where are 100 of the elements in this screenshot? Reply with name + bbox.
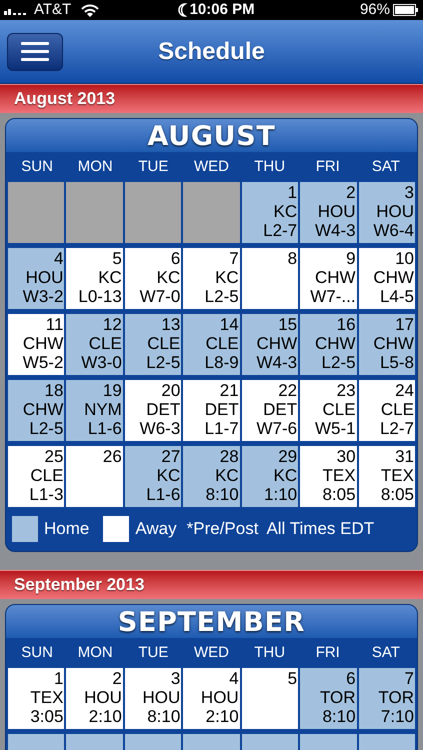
day-number: 31 (395, 447, 414, 466)
day-number: 4 (54, 249, 64, 268)
day-cell[interactable]: 9 CHW W7-... (300, 248, 357, 309)
opponent-text: CHW (22, 400, 64, 419)
day-cell[interactable]: 7 TOR 7:10 (358, 668, 415, 729)
calendar-title: AUGUST (148, 122, 276, 152)
day-number: 3 (404, 183, 414, 202)
result-text: L2-5 (29, 419, 64, 438)
day-number: 30 (336, 447, 356, 466)
day-number: 15 (278, 315, 298, 334)
battery-icon (393, 4, 419, 16)
opponent-text: CHW (256, 334, 298, 353)
day-cell[interactable]: 2 HOU W4-3 (300, 182, 357, 243)
day-cell[interactable]: 12 CLE W3-0 (66, 314, 123, 375)
day-cell[interactable]: 5 (242, 668, 298, 729)
result-text: L1-6 (88, 419, 122, 438)
opponent-text: NYM (84, 400, 122, 419)
result-text: 8:10 (322, 707, 356, 726)
day-cell[interactable]: 18 CHW L2-5 (8, 380, 64, 441)
result-text: W6-3 (140, 419, 180, 438)
wifi-icon (81, 4, 100, 16)
result-text: W7-6 (256, 419, 298, 438)
opponent-text: KC (215, 268, 239, 287)
day-cell[interactable]: 17 CHW L5-8 (358, 314, 415, 375)
day-cell[interactable]: 3 HOU 8:10 (124, 668, 182, 729)
result-text: W7-... (310, 287, 356, 306)
timezone-note: All Times EDT (266, 518, 374, 540)
opponent-text: HOU (142, 688, 180, 707)
day-cell[interactable]: 10 CHW L4-5 (358, 248, 415, 309)
day-cell[interactable]: 4 HOU 2:10 (183, 668, 240, 729)
result-text: L2-5 (204, 287, 239, 306)
day-number: 7 (404, 669, 414, 688)
day-cell[interactable]: 11 CHW W5-2 (8, 314, 64, 375)
day-cell[interactable]: 6 TOR 8:10 (300, 668, 357, 729)
day-cell[interactable]: 24 CLE L2-7 (358, 380, 415, 441)
menu-button[interactable] (7, 32, 63, 70)
day-number: 13 (161, 315, 180, 334)
day-cell[interactable]: 5 KC L0-13 (66, 248, 123, 309)
day-number: 6 (170, 249, 180, 268)
weekday-label: THU (253, 156, 286, 177)
opponent-text: CLE (206, 334, 239, 353)
carrier-text: AT&T (34, 0, 72, 20)
day-cell[interactable]: 19 NYM L1-6 (66, 380, 123, 441)
day-cell[interactable] (8, 182, 64, 243)
weekday-label: SUN (20, 642, 54, 663)
result-text: 8:10 (147, 707, 180, 726)
opponent-text: KC (156, 466, 180, 485)
day-number: 2 (346, 183, 356, 202)
day-number: 29 (278, 447, 298, 466)
day-cell[interactable]: 14 CLE L8-9 (183, 314, 240, 375)
legend-away-label: Away (135, 518, 177, 540)
day-cell[interactable] (124, 182, 182, 243)
day-cell[interactable]: 1 KC L2-7 (242, 182, 298, 243)
day-cell[interactable] (183, 182, 240, 243)
day-cell[interactable]: 23 CLE W5-1 (300, 380, 357, 441)
day-cell[interactable]: 31 TEX 8:05 (358, 446, 415, 507)
day-cell[interactable]: 29 KC 1:10 (242, 446, 298, 507)
day-number: 19 (102, 381, 122, 400)
opponent-text: CHW (373, 334, 414, 353)
result-text: W5-2 (22, 353, 64, 372)
day-cell[interactable]: 22 DET W7-6 (242, 380, 298, 441)
day-cell[interactable]: 7 KC L2-5 (183, 248, 240, 309)
day-number: 18 (44, 381, 64, 400)
day-number: 23 (336, 381, 356, 400)
opponent-text: DET (146, 400, 180, 419)
day-number: 3 (170, 669, 180, 688)
day-cell[interactable]: 30 TEX 8:05 (300, 446, 357, 507)
result-text: L0-13 (78, 287, 122, 306)
day-cell[interactable]: 15 CHW W4-3 (242, 314, 298, 375)
result-text: W3-0 (81, 353, 122, 372)
day-cell[interactable]: 25 CLE L1-3 (8, 446, 64, 507)
day-number: 27 (161, 447, 180, 466)
day-cell[interactable]: 16 CHW L2-5 (300, 314, 357, 375)
opponent-text: KC (98, 268, 122, 287)
opponent-text: CLE (30, 466, 64, 485)
day-cell[interactable] (66, 182, 123, 243)
calendar-title: SEPTEMBER (118, 608, 306, 638)
day-cell[interactable]: 6 KC W7-0 (124, 248, 182, 309)
day-cell[interactable]: 28 KC 8:10 (183, 446, 240, 507)
result-text: 7:10 (380, 707, 414, 726)
day-cell[interactable]: 26 (66, 446, 123, 507)
result-text: L2-7 (263, 221, 298, 240)
day-cell[interactable]: 4 HOU W3-2 (8, 248, 64, 309)
home-swatch-icon (12, 516, 38, 542)
day-cell[interactable]: 1 TEX 3:05 (8, 668, 64, 729)
opponent-text: HOU (200, 688, 239, 707)
day-cell[interactable]: 3 HOU W6-4 (358, 182, 415, 243)
opponent-text: DET (204, 400, 239, 419)
day-cell[interactable]: 13 CLE L2-5 (124, 314, 182, 375)
result-text: L8-9 (204, 353, 239, 372)
day-cell[interactable]: 2 HOU 2:10 (66, 668, 123, 729)
day-cell[interactable]: 21 DET L1-7 (183, 380, 240, 441)
day-number: 1 (288, 183, 298, 202)
day-cell[interactable]: 8 (242, 248, 298, 309)
day-cell[interactable]: 27 KC L1-6 (124, 446, 182, 507)
day-cell[interactable]: 20 DET W6-3 (124, 380, 182, 441)
day-number: 22 (278, 381, 298, 400)
opponent-text: KC (274, 202, 298, 221)
clock-text: 10:06 PM (190, 0, 255, 20)
result-text: W4-3 (314, 221, 356, 240)
